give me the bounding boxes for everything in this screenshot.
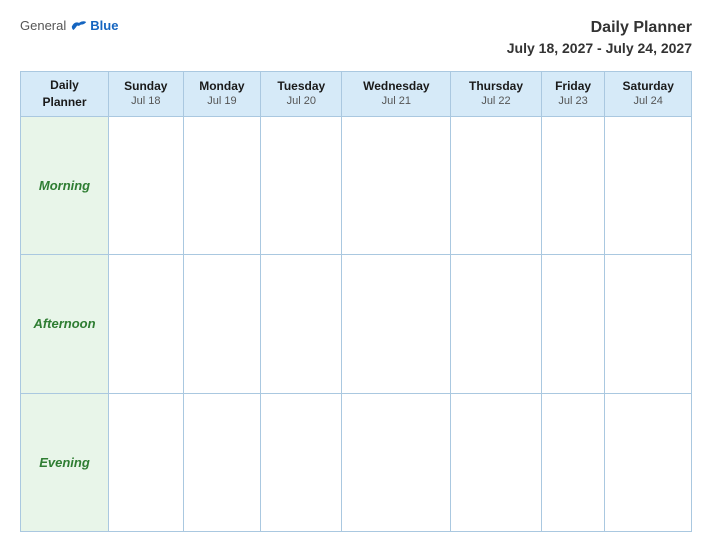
- tuesday-date: Jul 20: [264, 94, 338, 109]
- header: General Blue Daily Planner July 18, 2027…: [20, 18, 692, 57]
- friday-date: Jul 23: [545, 94, 602, 109]
- logo-area: General Blue: [20, 18, 118, 33]
- page: General Blue Daily Planner July 18, 2027…: [0, 0, 712, 550]
- col-header-friday: Friday Jul 23: [541, 71, 605, 116]
- afternoon-row: Afternoon: [21, 255, 692, 393]
- thursday-date: Jul 22: [454, 94, 537, 109]
- page-title: Daily Planner: [507, 18, 692, 39]
- wednesday-label: Wednesday: [345, 78, 447, 95]
- afternoon-saturday[interactable]: [605, 255, 692, 393]
- morning-label: Morning: [21, 116, 109, 254]
- evening-wednesday[interactable]: [342, 393, 451, 531]
- morning-wednesday[interactable]: [342, 116, 451, 254]
- afternoon-monday[interactable]: [183, 255, 261, 393]
- afternoon-sunday[interactable]: [109, 255, 184, 393]
- evening-tuesday[interactable]: [261, 393, 342, 531]
- wednesday-date: Jul 21: [345, 94, 447, 109]
- evening-label: Evening: [21, 393, 109, 531]
- date-range: July 18, 2027 - July 24, 2027: [507, 39, 692, 57]
- col-header-thursday: Thursday Jul 22: [451, 71, 541, 116]
- calendar-header-row: DailyPlanner Sunday Jul 18 Monday Jul 19…: [21, 71, 692, 116]
- sunday-label: Sunday: [112, 78, 180, 95]
- col-header-tuesday: Tuesday Jul 20: [261, 71, 342, 116]
- afternoon-label: Afternoon: [21, 255, 109, 393]
- evening-saturday[interactable]: [605, 393, 692, 531]
- saturday-date: Jul 24: [608, 94, 688, 109]
- afternoon-friday[interactable]: [541, 255, 605, 393]
- logo-general-text: General: [20, 18, 66, 33]
- evening-monday[interactable]: [183, 393, 261, 531]
- evening-friday[interactable]: [541, 393, 605, 531]
- col-header-monday: Monday Jul 19: [183, 71, 261, 116]
- monday-label: Monday: [187, 78, 258, 95]
- logo-text: General Blue: [20, 18, 118, 33]
- afternoon-tuesday[interactable]: [261, 255, 342, 393]
- morning-saturday[interactable]: [605, 116, 692, 254]
- afternoon-thursday[interactable]: [451, 255, 541, 393]
- monday-date: Jul 19: [187, 94, 258, 109]
- tuesday-label: Tuesday: [264, 78, 338, 95]
- col-header-sunday: Sunday Jul 18: [109, 71, 184, 116]
- morning-thursday[interactable]: [451, 116, 541, 254]
- sunday-date: Jul 18: [112, 94, 180, 109]
- saturday-label: Saturday: [608, 78, 688, 95]
- calendar-table: DailyPlanner Sunday Jul 18 Monday Jul 19…: [20, 71, 692, 532]
- corner-header: DailyPlanner: [21, 71, 109, 116]
- logo-bird-icon: [70, 19, 88, 33]
- afternoon-wednesday[interactable]: [342, 255, 451, 393]
- friday-label: Friday: [545, 78, 602, 95]
- evening-thursday[interactable]: [451, 393, 541, 531]
- title-area: Daily Planner July 18, 2027 - July 24, 2…: [507, 18, 692, 57]
- morning-monday[interactable]: [183, 116, 261, 254]
- thursday-label: Thursday: [454, 78, 537, 95]
- col-header-saturday: Saturday Jul 24: [605, 71, 692, 116]
- logo-blue-text: Blue: [90, 18, 118, 33]
- morning-sunday[interactable]: [109, 116, 184, 254]
- evening-row: Evening: [21, 393, 692, 531]
- corner-label: DailyPlanner: [42, 78, 86, 109]
- morning-friday[interactable]: [541, 116, 605, 254]
- col-header-wednesday: Wednesday Jul 21: [342, 71, 451, 116]
- morning-tuesday[interactable]: [261, 116, 342, 254]
- morning-row: Morning: [21, 116, 692, 254]
- evening-sunday[interactable]: [109, 393, 184, 531]
